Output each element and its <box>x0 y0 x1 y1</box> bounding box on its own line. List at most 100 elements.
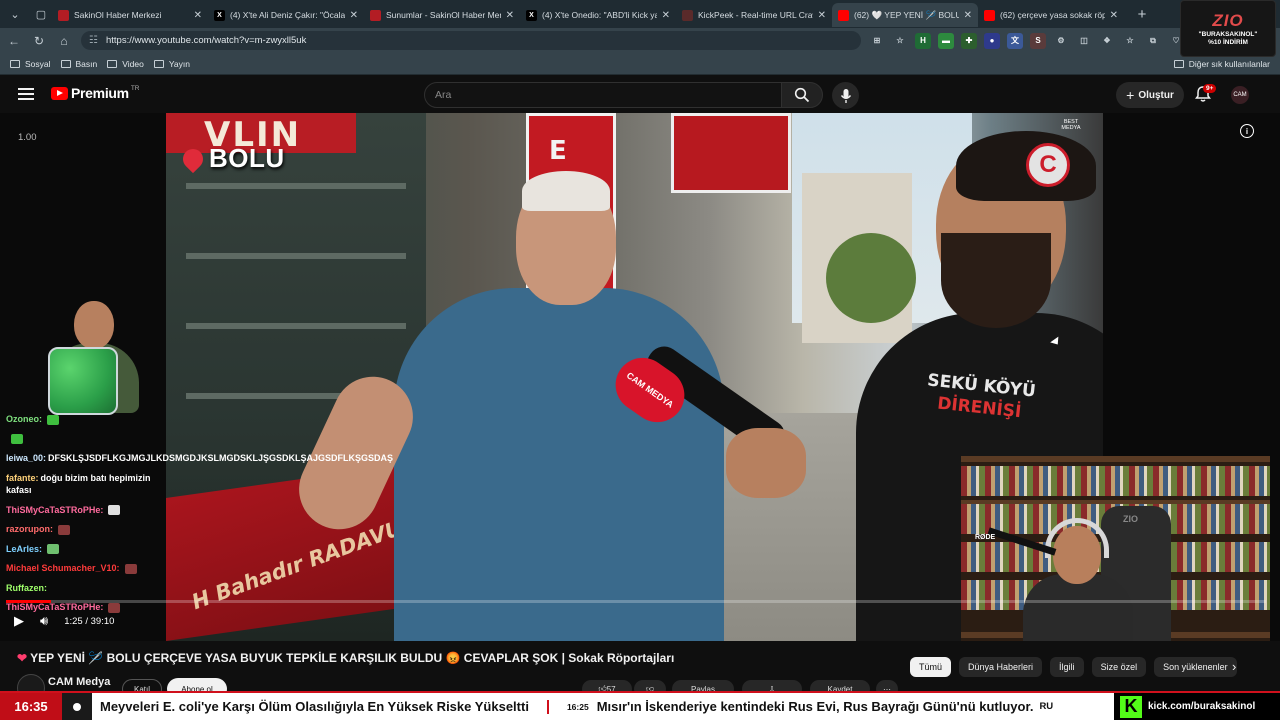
play-icon[interactable]: ▶ <box>14 613 24 629</box>
extension-translate-icon[interactable]: 文 <box>1007 32 1023 49</box>
chat-emote-icon <box>47 414 59 425</box>
tab-close-icon[interactable]: ✕ <box>506 10 514 21</box>
workspaces-icon[interactable]: ▢ <box>30 3 52 25</box>
chat-emote-icon <box>58 524 70 535</box>
filter-chip[interactable]: Dünya Haberleri <box>959 657 1043 677</box>
tab-title: SakinOl Haber Merkezi <box>74 10 162 20</box>
tab-close-icon[interactable]: ✕ <box>964 10 972 21</box>
site-info-icon[interactable]: ☷ <box>89 35 98 46</box>
extension-blue-icon[interactable]: ● <box>984 32 1000 49</box>
voice-search-button[interactable] <box>832 82 859 109</box>
filter-chip[interactable]: Son yüklenenler <box>1154 657 1237 677</box>
chat-username: fafante: <box>6 472 39 483</box>
app-install-icon[interactable]: ⊞ <box>869 33 885 49</box>
new-tab-button[interactable]: + <box>1130 2 1154 26</box>
collections-icon[interactable]: ⧉ <box>1145 33 1161 49</box>
folder-icon <box>10 59 20 68</box>
chat-message: razorupon: <box>6 523 171 536</box>
browser-tab[interactable]: KickPeek - Real-time URL Crawler ✕ <box>676 3 832 27</box>
chat-username: Michael Schumacher_V10: <box>6 563 120 573</box>
tab-close-icon[interactable]: ✕ <box>818 10 826 21</box>
extension-puzzle-icon[interactable]: ✚ <box>961 32 977 49</box>
url-text: https://www.youtube.com/watch?v=m-zwyxll… <box>105 35 307 46</box>
chat-message: Ruffazen: <box>6 582 171 595</box>
video-title: ❤ YEP YENİ 🪡 BOLU ÇERÇEVE YASA BUYUK TEPK… <box>17 651 675 665</box>
tab-list-chevron-icon[interactable]: ⌄ <box>4 3 26 25</box>
extension-settings-icon[interactable]: ⚙ <box>1053 33 1069 49</box>
filter-chip[interactable]: İlgili <box>1050 657 1084 677</box>
tab-close-icon[interactable]: ✕ <box>662 10 670 21</box>
other-bookmarks[interactable]: Diğer sık kullanılanlar <box>1173 59 1270 69</box>
sponsor-discount: %10 İNDİRİM <box>1208 38 1248 46</box>
filter-chip[interactable]: Tümü <box>910 657 952 677</box>
chat-username: leiwa_00: <box>6 453 47 463</box>
chat-message <box>6 433 171 446</box>
chat-message: Michael Schumacher_V10: <box>6 562 171 575</box>
stream-chat-overlay: Ozoneo: leiwa_00: DFSKLŞJSDFLKGJMGJLKDSMGD… <box>6 413 393 621</box>
favorites-icon[interactable]: ☆ <box>1122 33 1138 49</box>
chat-username: LeArles: <box>6 543 43 554</box>
progress-fill <box>6 600 52 603</box>
search-input[interactable]: Ara <box>424 82 782 108</box>
player-controls: ▶ 🔊︎ 1:25 / 39:10 <box>14 613 114 629</box>
split-screen-icon[interactable]: ◫ <box>1076 33 1092 49</box>
browser-tab[interactable]: SakinOl Haber Merkezi ✕ <box>52 3 208 27</box>
tab-title: KickPeek - Real-time URL Crawler <box>698 10 813 20</box>
interviewee-shirt <box>394 288 724 641</box>
tab-close-icon[interactable]: ✕ <box>1110 10 1118 21</box>
ticker-headlines: Meyveleri E. coli'ye Karşı Ölüm Olasılığ… <box>92 699 1114 714</box>
chat-message: fafante: doğu bizim batı hepimizin kafası <box>6 472 171 497</box>
chat-message: ThiSMyCaTaSTRoPHe: <box>6 504 171 517</box>
filter-chip[interactable]: Size özel <box>1091 657 1147 677</box>
watermark-text: BEST MEDYA <box>1061 119 1081 131</box>
microphone-icon <box>840 88 851 103</box>
extension-green-icon[interactable]: ▬ <box>938 32 954 49</box>
browser-tab[interactable]: X (4) X'te Onedio: "ABD'li Kick yayıncı ✕ <box>520 3 676 27</box>
reporter-hand <box>726 428 806 498</box>
browser-tab[interactable]: (62) çerçeve yasa sokak röportaj ✕ <box>978 3 1124 27</box>
reload-icon[interactable]: ↻ <box>28 30 50 52</box>
browser-tab[interactable]: (62) 🤍 YEP YENİ 🪡 BOLU Ç ✕ <box>832 3 978 27</box>
chat-emote-icon <box>108 505 121 516</box>
browser-tab[interactable]: X (4) X'te Ali Deniz Çakır: "Öcalan, Ö ✕ <box>208 3 364 27</box>
account-avatar[interactable]: CAM <box>1231 86 1249 104</box>
back-arrow-icon[interactable]: ← <box>3 30 25 52</box>
tab-close-icon[interactable]: ✕ <box>194 10 202 21</box>
create-button[interactable]: + Oluştur <box>1116 82 1184 108</box>
ticker-clock: 16:35 <box>0 693 62 720</box>
browser-tab[interactable]: Sunumlar - SakinOl Haber Merkezi ✕ <box>364 3 520 27</box>
volume-icon[interactable]: 🔊︎ <box>40 613 48 629</box>
url-field[interactable]: ☷ https://www.youtube.com/watch?v=m-zwyx… <box>81 31 861 50</box>
extension-s-icon[interactable]: S <box>1030 32 1046 49</box>
folder-icon <box>107 59 118 68</box>
favorite-star-icon[interactable]: ☆ <box>892 33 908 49</box>
kick-url: kick.com/buraksakinol <box>1148 701 1256 712</box>
chat-message: leiwa_00: DFSKLŞJSDFLKGJMGJLKDSMGDJKSLMGD… <box>6 452 393 465</box>
chat-emote-icon <box>11 434 23 445</box>
folder-icon <box>60 59 71 68</box>
bookmark-folder-sosyal[interactable]: Sosyal <box>10 59 51 69</box>
video-player[interactable]: VLIN E E H Bahadır RADAVU SEKÜ KÖYÜ DİRE… <box>0 113 1280 641</box>
bookmark-folder-yayin[interactable]: Yayın <box>153 59 190 69</box>
hamburger-menu-icon[interactable] <box>16 85 36 103</box>
extension-h-icon[interactable]: H <box>915 32 931 49</box>
youtube-premium-logo[interactable]: Premium TR <box>51 85 139 101</box>
search-button[interactable] <box>781 82 823 108</box>
plus-icon: + <box>1126 87 1135 103</box>
home-icon[interactable]: ⌂ <box>53 30 75 52</box>
location-pin-icon <box>178 144 208 173</box>
progress-bar[interactable] <box>6 600 1266 603</box>
streamer-cam-overlay <box>24 293 154 423</box>
chevron-right-icon[interactable]: › <box>1232 659 1236 674</box>
extensions-icon[interactable]: ❖ <box>1099 33 1115 49</box>
kick-channel-badge: K kick.com/buraksakinol <box>1114 693 1280 720</box>
channel-watermark-logo: C <box>1026 143 1070 187</box>
tab-title: (62) çerçeve yasa sokak röportaj <box>1000 10 1105 20</box>
tab-close-icon[interactable]: ✕ <box>350 10 358 21</box>
bookmark-folder-video[interactable]: Video <box>107 59 144 69</box>
channel-name[interactable]: CAM Medya <box>48 676 110 688</box>
chat-text: DFSKLŞJSDFLKGJMGJLKDSMGDJKSLMGDSKLJŞGSDK… <box>48 453 394 463</box>
ticker-item-time: 16:25 <box>566 701 589 712</box>
info-icon[interactable]: i <box>1240 124 1254 138</box>
bookmark-folder-basin[interactable]: Basın <box>60 59 97 69</box>
